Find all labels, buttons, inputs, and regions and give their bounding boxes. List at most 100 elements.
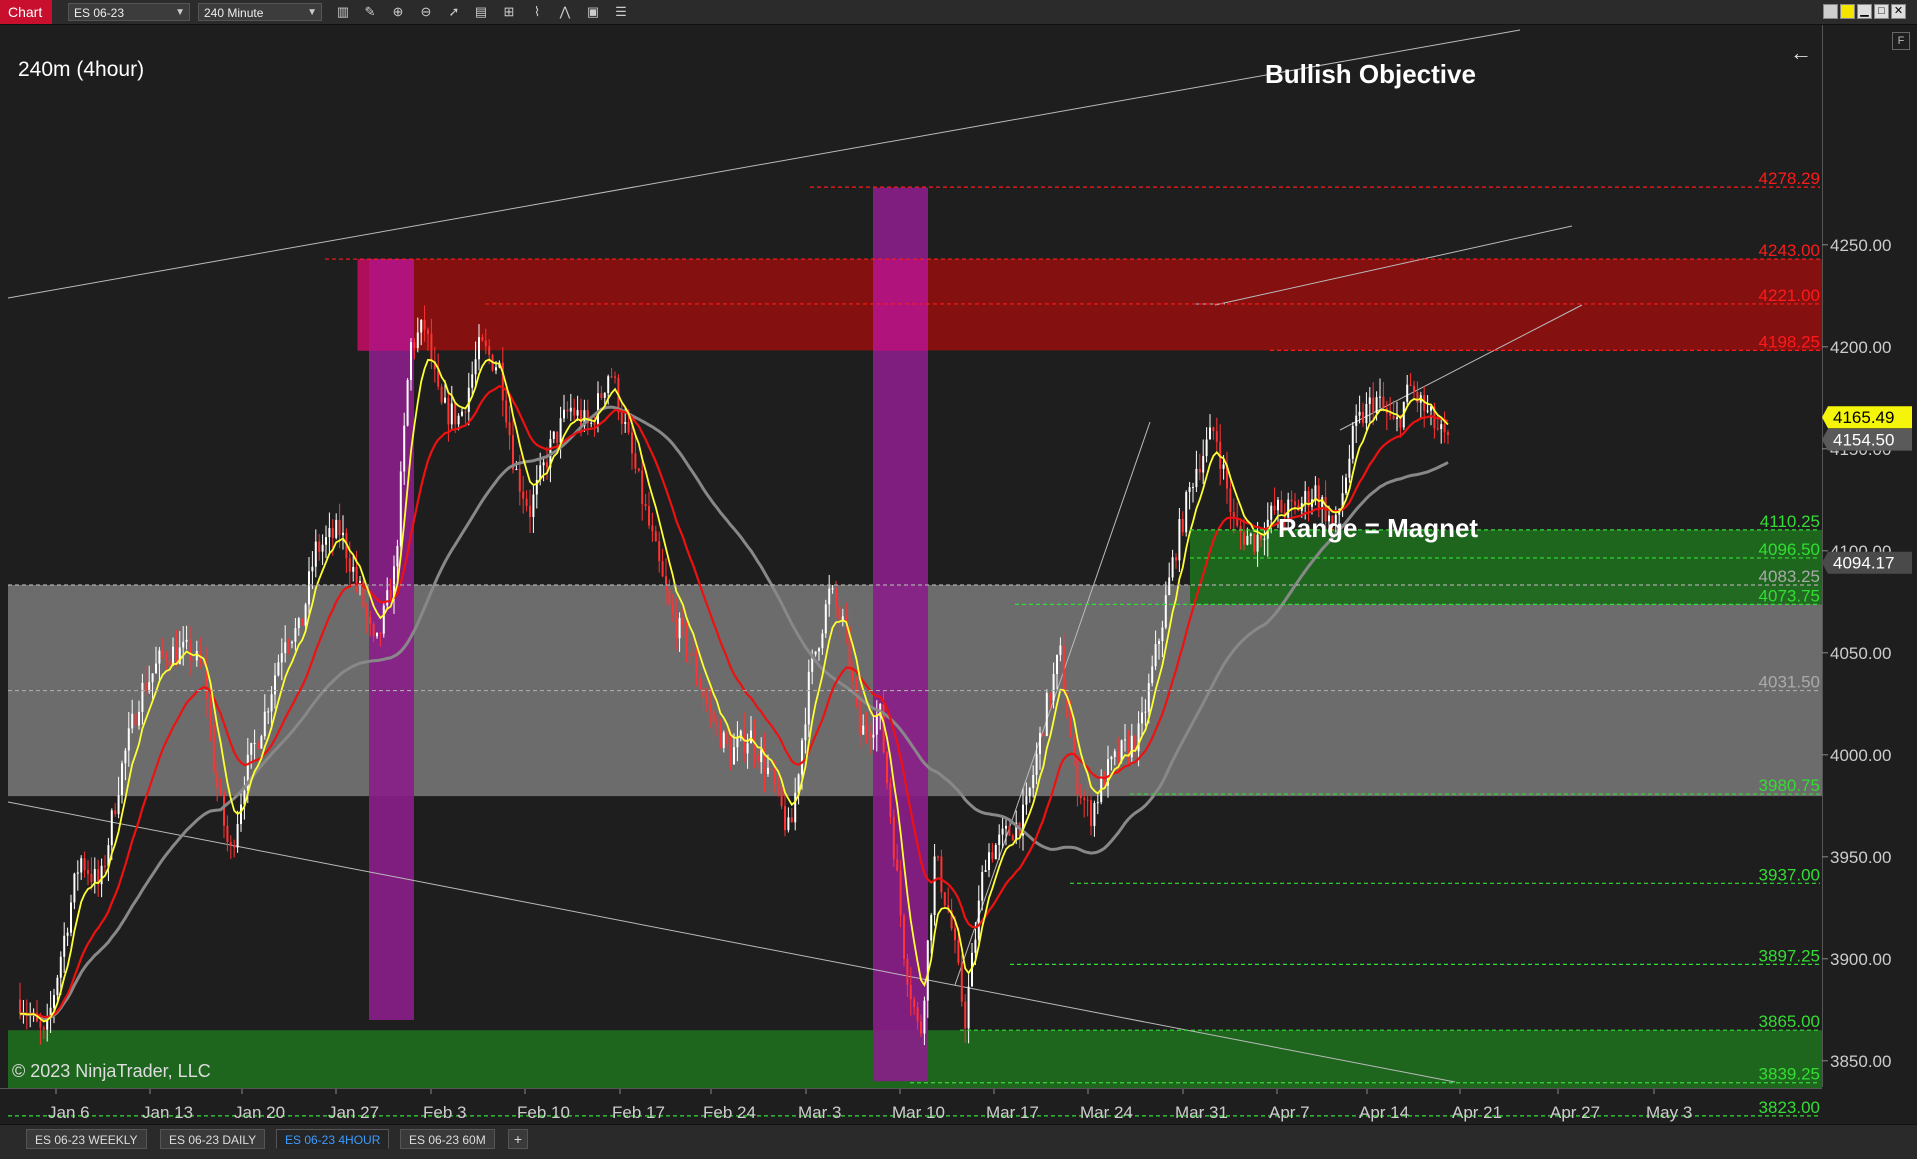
candle-body [743,730,746,754]
candle-body [1062,645,1065,693]
candle-body [1209,427,1211,440]
candle-body [182,641,185,648]
candle-body [1181,518,1184,533]
y-tick-label: 3900.00 [1830,950,1891,969]
candle-body [42,1027,45,1030]
event-highlight-2 [873,259,928,351]
tab-daily[interactable]: ES 06-23 DAILY [160,1129,266,1149]
candle-body [1188,487,1191,493]
candle-body [705,697,708,705]
candle-body [321,544,324,552]
candle-body [1260,534,1262,540]
x-tick-label: Feb 24 [703,1103,756,1122]
candle-body [634,453,637,469]
candle-body [954,928,956,941]
candle-body [671,604,674,614]
candle-body [906,959,909,985]
candle-body [325,537,327,545]
candle-body [1304,491,1307,504]
candle-body [19,999,21,1014]
candle-body [1368,397,1371,405]
candle-body [532,494,535,518]
candle-body [481,337,484,341]
x-tick-label: Jan 6 [48,1103,90,1122]
candle-body [831,588,834,590]
add-tab-button[interactable]: + [508,1129,528,1149]
candle-body [957,940,960,963]
candle-body [678,617,681,639]
candle-body [342,532,344,536]
event-bar-1 [369,259,414,1021]
candle-body [440,386,443,403]
candle-body [1001,828,1004,835]
candle-body [736,737,739,748]
price-chart[interactable]: 4278.29 4243.00 4221.00 4198.25 4110.25 4096.… [0,0,1917,1158]
y-tick-label: 3950.00 [1830,848,1891,867]
candle-body [1396,417,1398,419]
candle-body [930,915,933,941]
candle-body [277,662,280,676]
candle-body [865,725,868,734]
candle-body [141,682,144,712]
candle-body [1096,802,1099,804]
candle-body [253,742,256,744]
y-tick-label: 4000.00 [1830,746,1891,765]
candle-body [369,616,372,625]
candle-body [328,528,331,538]
candle-body [376,632,378,637]
candle-body [784,806,786,831]
candle-body [1168,577,1171,596]
candle-body [294,628,297,642]
candle-body [1409,384,1412,386]
candle-body [824,604,827,634]
candle-body [464,411,467,413]
candle-body [447,397,450,425]
candle-body [661,561,664,577]
tab-4hour[interactable]: ES 06-23 4HOUR [276,1129,390,1149]
candle-body [399,471,402,546]
candle-body [1440,424,1443,430]
chart-title: 240m (4hour) [18,58,144,81]
tab-60m[interactable]: ES 06-23 60M [400,1129,495,1149]
tab-weekly[interactable]: ES 06-23 WEEKLY [26,1129,147,1149]
level-label: 3897.25 [1759,946,1820,965]
candle-body [777,784,780,787]
candle-body [233,845,236,848]
candle-body [994,844,997,860]
candle-body [790,817,793,823]
candle-body [209,698,212,725]
candle-body [648,506,650,526]
candle-body [1056,655,1058,674]
candle-body [801,740,803,775]
candle-body [359,580,361,583]
level-label: 4073.75 [1759,586,1820,605]
candle-body [658,541,661,562]
candle-body [750,730,752,744]
candle-body [1154,643,1157,667]
candle-body [1144,711,1147,713]
candle-body [699,678,701,689]
x-tick-label: Apr 7 [1269,1103,1310,1122]
candle-body [226,825,229,843]
candle-body [1039,733,1041,755]
candle-body [1198,468,1201,473]
candle-body [219,787,222,793]
candle-body [229,842,232,846]
candle-body [1351,425,1354,459]
candle-body [862,725,865,735]
candle-body [838,606,841,620]
candle-body [87,870,89,874]
candle-body [872,734,875,738]
candle-body [257,742,259,749]
candle-body [1171,557,1174,578]
candle-body [984,870,987,872]
candle-body [420,319,423,333]
candle-body [889,783,892,817]
candle-body [1273,505,1276,511]
candle-body [263,711,266,737]
candle-body [1215,431,1218,442]
back-arrow-icon[interactable]: ← [1790,40,1812,65]
level-label: 4083.25 [1759,567,1820,586]
candle-body [1079,795,1082,798]
candle-body [886,752,888,784]
